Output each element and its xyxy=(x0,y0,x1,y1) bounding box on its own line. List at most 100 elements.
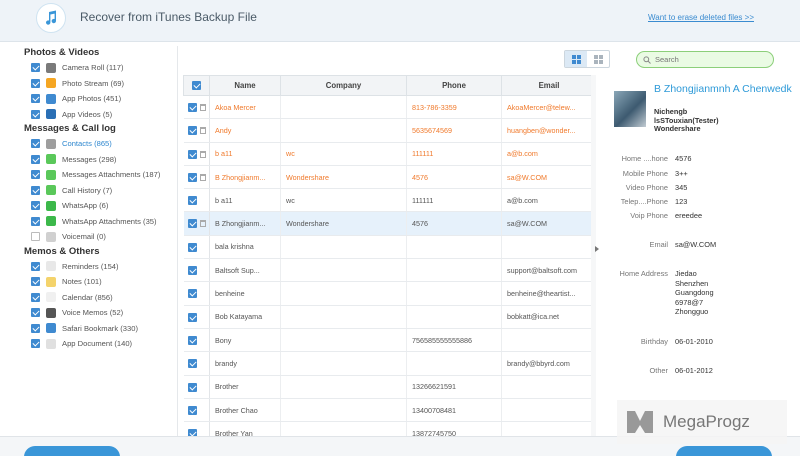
row-checkbox[interactable] xyxy=(187,126,197,136)
table-row[interactable]: B Zhongjianm... Wondershare 4576 sa@W.COM xyxy=(183,165,596,190)
table-row[interactable]: bala krishna xyxy=(183,235,596,260)
category-checkbox[interactable] xyxy=(31,78,40,88)
category-checkbox[interactable] xyxy=(31,308,40,318)
row-select-cell[interactable] xyxy=(183,118,210,143)
category-checkbox[interactable] xyxy=(31,201,40,211)
row-select-cell[interactable] xyxy=(183,398,210,423)
row-select-cell[interactable] xyxy=(183,281,210,306)
category-checkbox[interactable] xyxy=(31,109,40,119)
sidebar-item[interactable]: Safari Bookmark (330) xyxy=(10,321,177,337)
back-button[interactable] xyxy=(24,446,120,456)
table-row[interactable]: Bony 756585555555886 xyxy=(183,328,596,353)
table-row[interactable]: Bob Katayama bobkatt@ica.net xyxy=(183,305,596,329)
erase-deleted-files-link[interactable]: Want to erase deleted files >> xyxy=(648,13,754,22)
table-row[interactable]: Akoa Mercer 813-786-3359 AkoaMercer@telew.… xyxy=(183,95,596,120)
row-checkbox[interactable] xyxy=(187,289,197,299)
sidebar-item[interactable]: Contacts (865) xyxy=(10,136,177,152)
category-checkbox[interactable] xyxy=(31,261,40,271)
row-checkbox[interactable] xyxy=(187,405,197,415)
table-scrollbar[interactable] xyxy=(591,75,596,436)
sidebar-item[interactable]: WhatsApp (6) xyxy=(10,198,177,214)
collapse-panel-arrow-icon[interactable] xyxy=(595,246,599,252)
grid-view-button[interactable] xyxy=(587,51,609,67)
row-select-cell[interactable] xyxy=(183,95,210,120)
sidebar-item[interactable]: Photo Stream (69) xyxy=(10,76,177,92)
cell-company xyxy=(280,421,407,436)
category-checkbox[interactable] xyxy=(31,339,40,349)
sidebar-item[interactable]: WhatsApp Attachments (35) xyxy=(10,214,177,230)
sidebar-item[interactable]: Voice Memos (52) xyxy=(10,305,177,321)
row-select-cell[interactable] xyxy=(183,165,210,190)
row-checkbox[interactable] xyxy=(187,172,197,182)
category-checkbox[interactable] xyxy=(31,185,40,195)
row-checkbox[interactable] xyxy=(187,242,197,252)
sidebar-item[interactable]: Messages Attachments (187) xyxy=(10,167,177,183)
sidebar-item[interactable]: Reminders (154) xyxy=(10,259,177,275)
category-checkbox[interactable] xyxy=(31,292,40,302)
row-select-cell[interactable] xyxy=(183,258,210,283)
row-select-cell[interactable] xyxy=(183,375,210,399)
recover-button[interactable] xyxy=(676,446,772,456)
category-checkbox[interactable] xyxy=(31,323,40,333)
row-select-cell[interactable] xyxy=(183,142,210,166)
column-header-name[interactable]: Name xyxy=(209,75,281,96)
column-header-email[interactable]: Email xyxy=(501,75,596,96)
cell-phone: 813-786-3359 xyxy=(406,95,502,120)
row-select-cell[interactable] xyxy=(183,351,210,376)
row-checkbox[interactable] xyxy=(187,149,197,159)
table-row[interactable]: b a11 wc 111111 a@b.com xyxy=(183,188,596,213)
row-checkbox[interactable] xyxy=(187,196,197,206)
category-checkbox[interactable] xyxy=(31,94,40,104)
row-checkbox[interactable] xyxy=(187,266,197,276)
row-checkbox[interactable] xyxy=(187,335,197,345)
table-row[interactable]: benheine benheine@theartist... xyxy=(183,281,596,306)
row-checkbox[interactable] xyxy=(187,219,197,229)
category-checkbox[interactable] xyxy=(31,154,40,164)
cell-phone xyxy=(406,351,502,376)
table-row[interactable]: Brother Yan 13872745750 xyxy=(183,421,596,436)
select-all-checkbox[interactable] xyxy=(192,81,201,91)
category-checkbox[interactable] xyxy=(31,277,40,287)
row-checkbox[interactable] xyxy=(187,382,197,392)
column-header-phone[interactable]: Phone xyxy=(406,75,502,96)
row-checkbox[interactable] xyxy=(187,102,197,112)
row-select-cell[interactable] xyxy=(183,235,210,260)
row-select-cell[interactable] xyxy=(183,188,210,213)
sidebar-item[interactable]: Camera Roll (117) xyxy=(10,60,177,76)
category-checkbox[interactable] xyxy=(31,170,40,180)
table-row[interactable]: b a11 wc 111111 a@b.com xyxy=(183,142,596,166)
table-row[interactable]: Brother 13266621591 xyxy=(183,375,596,399)
table-row[interactable]: Baltsoft Sup... support@baltsoft.com xyxy=(183,258,596,283)
search-input[interactable] xyxy=(655,55,765,64)
row-select-cell[interactable] xyxy=(183,328,210,353)
cell-name: b a11 xyxy=(209,188,281,213)
table-row[interactable]: Andy 5635674569 huangben@wonder... xyxy=(183,118,596,143)
select-all-header[interactable] xyxy=(183,75,210,96)
row-select-cell[interactable] xyxy=(183,211,210,236)
sidebar-item[interactable]: Notes (101) xyxy=(10,274,177,290)
sidebar-item[interactable]: App Photos (451) xyxy=(10,91,177,107)
category-checkbox[interactable] xyxy=(31,232,40,242)
cell-name: Andy xyxy=(209,118,281,143)
row-checkbox[interactable] xyxy=(187,359,197,369)
column-header-company[interactable]: Company xyxy=(280,75,407,96)
sidebar-item[interactable]: App Videos (5) xyxy=(10,107,177,123)
row-select-cell[interactable] xyxy=(183,421,210,436)
category-checkbox[interactable] xyxy=(31,216,40,226)
table-row[interactable]: B Zhongjianm... Wondershare 4576 sa@W.COM xyxy=(183,211,596,236)
sidebar-item[interactable]: Call History (7) xyxy=(10,183,177,199)
table-row[interactable]: Brother Chao 13400708481 xyxy=(183,398,596,423)
row-select-cell[interactable] xyxy=(183,305,210,329)
category-checkbox[interactable] xyxy=(31,139,40,149)
category-checkbox[interactable] xyxy=(31,63,40,73)
row-checkbox[interactable] xyxy=(187,429,197,436)
row-checkbox[interactable] xyxy=(187,312,197,322)
cell-name: Bony xyxy=(209,328,281,353)
sidebar-item[interactable]: Messages (298) xyxy=(10,152,177,168)
table-row[interactable]: brandy brandy@bbyrd.com xyxy=(183,351,596,376)
field-value: 3++ xyxy=(675,169,688,178)
sidebar-item[interactable]: Calendar (856) xyxy=(10,290,177,306)
list-view-button[interactable] xyxy=(565,51,587,67)
sidebar-item[interactable]: App Document (140) xyxy=(10,336,177,352)
sidebar-item[interactable]: Voicemail (0) xyxy=(10,229,177,245)
